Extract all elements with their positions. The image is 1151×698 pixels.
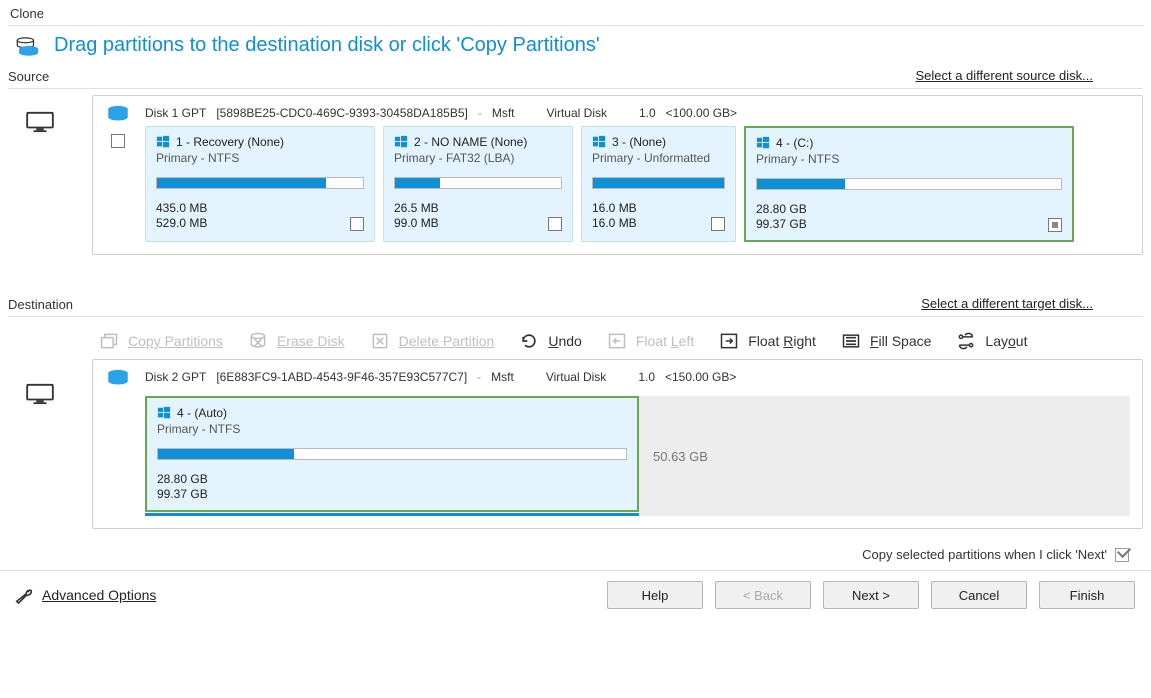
selection-underline bbox=[145, 513, 639, 516]
partition-sub: Primary - NTFS bbox=[156, 151, 364, 165]
used-size: 435.0 MB bbox=[156, 201, 207, 216]
erase-icon bbox=[247, 331, 269, 351]
layout-button[interactable]: Layout bbox=[955, 331, 1027, 351]
total-size: 99.0 MB bbox=[394, 216, 439, 231]
copy-partitions-button[interactable]: Copy Partitions bbox=[98, 331, 223, 351]
used-size: 28.80 GB bbox=[756, 202, 807, 217]
partition-title: 4 - (C:) bbox=[776, 136, 813, 150]
undo-icon bbox=[518, 331, 540, 351]
used-size: 26.5 MB bbox=[394, 201, 439, 216]
destination-label: Destination bbox=[8, 291, 83, 316]
free-space-block[interactable]: 50.63 GB bbox=[639, 396, 1130, 516]
layout-icon bbox=[955, 331, 977, 351]
disk-icon bbox=[105, 104, 131, 124]
delete-partition-button[interactable]: Delete Partition bbox=[369, 331, 495, 351]
usage-bar bbox=[157, 448, 627, 460]
select-source-disk-link[interactable]: Select a different source disk... bbox=[915, 68, 1093, 83]
back-button[interactable]: < Back bbox=[715, 581, 811, 609]
usage-bar bbox=[156, 177, 364, 189]
partition-checkbox[interactable] bbox=[548, 217, 562, 231]
cancel-button[interactable]: Cancel bbox=[931, 581, 1027, 609]
source-label: Source bbox=[8, 63, 59, 88]
help-button[interactable]: Help bbox=[607, 581, 703, 609]
section-clone-label: Clone bbox=[0, 0, 1151, 25]
copy-note-checkbox[interactable] bbox=[1115, 548, 1129, 562]
total-size: 529.0 MB bbox=[156, 216, 207, 231]
select-target-disk-link[interactable]: Select a different target disk... bbox=[921, 296, 1093, 311]
finish-button[interactable]: Finish bbox=[1039, 581, 1135, 609]
source-partition[interactable]: 1 - Recovery (None) Primary - NTFS 435.0 M… bbox=[145, 126, 375, 242]
source-partition[interactable]: 4 - (C:) Primary - NTFS 28.80 GB99.37 GB bbox=[744, 126, 1074, 242]
wrench-icon bbox=[12, 586, 34, 604]
source-partition[interactable]: 2 - NO NAME (None) Primary - FAT32 (LBA) 2… bbox=[383, 126, 573, 242]
windows-icon bbox=[394, 135, 408, 149]
destination-partition[interactable]: 4 - (Auto) Primary - NTFS 28.80 GB 99.37… bbox=[145, 396, 639, 512]
partition-title: 3 - (None) bbox=[612, 135, 666, 149]
next-button[interactable]: Next > bbox=[823, 581, 919, 609]
disk-icon bbox=[105, 368, 131, 388]
fill-space-button[interactable]: Fill Space bbox=[840, 331, 931, 351]
windows-icon bbox=[592, 135, 606, 149]
used-size: 16.0 MB bbox=[592, 201, 637, 216]
source-disk-panel: Disk 1 GPT [5898BE25-CDC0-469C-9393-3045… bbox=[92, 95, 1143, 255]
float-left-icon bbox=[606, 331, 628, 351]
copy-note-text: Copy selected partitions when I click 'N… bbox=[862, 547, 1107, 562]
banner-text: Drag partitions to the destination disk … bbox=[54, 34, 600, 57]
destination-disk-panel: Disk 2 GPT [6E883FC9-1ABD-4543-9F46-357E… bbox=[92, 359, 1143, 529]
partition-sub: Primary - Unformatted bbox=[592, 151, 725, 165]
source-partition[interactable]: 3 - (None) Primary - Unformatted 16.0 MB16… bbox=[581, 126, 736, 242]
windows-icon bbox=[756, 136, 770, 150]
windows-icon bbox=[157, 406, 171, 420]
partition-sub: Primary - NTFS bbox=[756, 152, 1062, 166]
undo-button[interactable]: Undo bbox=[518, 331, 581, 351]
partition-title: 1 - Recovery (None) bbox=[176, 135, 284, 149]
source-disk-checkbox[interactable] bbox=[111, 134, 125, 148]
float-left-button[interactable]: Float Left bbox=[606, 331, 694, 351]
erase-disk-button[interactable]: Erase Disk bbox=[247, 331, 345, 351]
advanced-options-link[interactable]: Advanced Options bbox=[42, 587, 156, 603]
delete-icon bbox=[369, 331, 391, 351]
usage-bar bbox=[592, 177, 725, 189]
usage-bar bbox=[756, 178, 1062, 190]
partition-title: 2 - NO NAME (None) bbox=[414, 135, 527, 149]
float-right-icon bbox=[718, 331, 740, 351]
monitor-icon bbox=[25, 383, 55, 405]
fill-icon bbox=[840, 331, 862, 351]
total-size: 99.37 GB bbox=[756, 217, 807, 232]
destination-disk-header: Disk 2 GPT [6E883FC9-1ABD-4543-9F46-357E… bbox=[145, 368, 1130, 390]
source-disk-header: Disk 1 GPT [5898BE25-CDC0-469C-9393-3045… bbox=[145, 104, 1130, 126]
total-size: 16.0 MB bbox=[592, 216, 637, 231]
banner-disk-icon bbox=[14, 36, 40, 56]
monitor-icon bbox=[25, 111, 55, 133]
usage-bar bbox=[394, 177, 562, 189]
partition-checkbox[interactable] bbox=[350, 217, 364, 231]
partition-sub: Primary - FAT32 (LBA) bbox=[394, 151, 562, 165]
copy-icon bbox=[98, 331, 120, 351]
partition-checkbox[interactable] bbox=[711, 217, 725, 231]
windows-icon bbox=[156, 135, 170, 149]
float-right-button[interactable]: Float Right bbox=[718, 331, 816, 351]
partition-checkbox[interactable] bbox=[1048, 218, 1062, 232]
